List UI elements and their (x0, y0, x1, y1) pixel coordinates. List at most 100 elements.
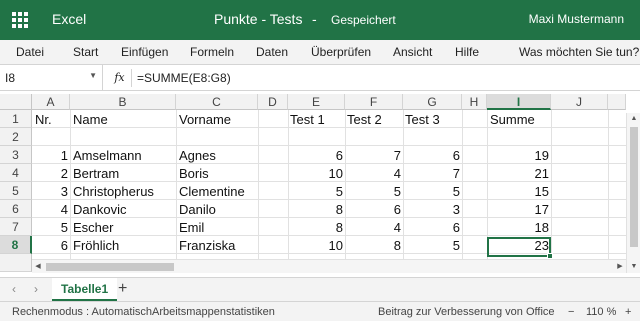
column-header-j[interactable]: J (551, 94, 608, 110)
feedback-link[interactable]: Beitrag zur Verbesserung von Office (378, 306, 555, 318)
workbook-stats[interactable]: Arbeitsmappenstatistiken (152, 306, 275, 318)
scroll-down-icon[interactable]: ▼ (627, 261, 640, 273)
zoom-out-button[interactable]: − (568, 306, 574, 318)
vertical-scrollbar[interactable]: ▲ ▼ (626, 113, 640, 273)
cell-test2[interactable]: 6 (345, 201, 401, 219)
cell-summe[interactable]: 15 (487, 183, 549, 201)
scroll-thumb[interactable] (46, 263, 174, 271)
cell-vorname[interactable]: Danilo (179, 201, 216, 219)
cell-name[interactable]: Amselmann (73, 147, 142, 165)
column-header-e[interactable]: E (288, 94, 345, 110)
column-header-d[interactable]: D (258, 94, 288, 110)
column-header-h[interactable]: H (462, 94, 487, 110)
row-header-6[interactable]: 6 (0, 200, 32, 218)
cell-test1[interactable]: 10 (288, 165, 343, 183)
menu-insert[interactable]: Einfügen (121, 45, 168, 59)
menu-file[interactable]: Datei (16, 45, 44, 59)
row-header-8[interactable]: 8 (0, 236, 32, 254)
column-header-i[interactable]: I (487, 94, 551, 110)
tab-tabelle1[interactable]: Tabelle1 (52, 278, 118, 302)
horizontal-scrollbar[interactable]: ◀ ▶ (32, 259, 626, 273)
header-cell-test3[interactable]: Test 3 (405, 111, 440, 129)
cell-test2[interactable]: 5 (345, 183, 401, 201)
user-name[interactable]: Maxi Mustermann (529, 12, 624, 26)
column-header-a[interactable]: A (32, 94, 70, 110)
chevron-down-icon[interactable]: ▼ (89, 71, 97, 80)
row-header-4[interactable]: 4 (0, 164, 32, 182)
formula-input[interactable]: =SUMME(E8:G8) (137, 71, 231, 85)
scroll-thumb[interactable] (630, 127, 638, 247)
column-header-g[interactable]: G (403, 94, 462, 110)
menu-data[interactable]: Daten (256, 45, 288, 59)
menu-formulas[interactable]: Formeln (190, 45, 234, 59)
cell-summe[interactable]: 17 (487, 201, 549, 219)
cell-test2[interactable]: 4 (345, 219, 401, 237)
menu-help[interactable]: Hilfe (455, 45, 479, 59)
zoom-in-button[interactable]: + (625, 306, 631, 318)
row-header-2[interactable]: 2 (0, 128, 32, 146)
cell-test3[interactable]: 3 (403, 201, 460, 219)
cell-summe[interactable]: 18 (487, 219, 549, 237)
row-header-1[interactable]: 1 (0, 110, 32, 128)
cell-nr[interactable]: 2 (32, 165, 68, 183)
menu-home[interactable]: Start (73, 45, 98, 59)
menu-review[interactable]: Überprüfen (311, 45, 371, 59)
row-header-5[interactable]: 5 (0, 182, 32, 200)
document-title[interactable]: Punkte - Tests (214, 11, 302, 27)
header-cell-test2[interactable]: Test 2 (347, 111, 382, 129)
insert-function-button[interactable]: fx (108, 69, 132, 87)
header-cell-summe[interactable]: Summe (490, 111, 535, 129)
zoom-level[interactable]: 110 % (586, 306, 616, 318)
cell-test1[interactable]: 8 (288, 219, 343, 237)
cell-test1[interactable]: 6 (288, 147, 343, 165)
cell-test1[interactable]: 8 (288, 201, 343, 219)
column-header-k[interactable] (608, 94, 626, 110)
menu-view[interactable]: Ansicht (393, 45, 432, 59)
select-all-corner[interactable] (0, 94, 32, 110)
cell-test2[interactable]: 4 (345, 165, 401, 183)
cell-nr[interactable]: 3 (32, 183, 68, 201)
cell-vorname[interactable]: Franziska (179, 237, 235, 255)
cell-nr[interactable]: 4 (32, 201, 68, 219)
cell-test3[interactable]: 5 (403, 183, 460, 201)
active-cell-selection[interactable] (487, 237, 551, 257)
add-sheet-button[interactable]: + (118, 280, 127, 298)
header-cell-name[interactable]: Name (73, 111, 108, 129)
cell-summe[interactable]: 21 (487, 165, 549, 183)
cell-name[interactable]: Escher (73, 219, 113, 237)
cell-vorname[interactable]: Agnes (179, 147, 216, 165)
cell-nr[interactable]: 5 (32, 219, 68, 237)
cell-test3[interactable]: 5 (403, 237, 460, 255)
scroll-up-icon[interactable]: ▲ (627, 113, 640, 125)
cell-vorname[interactable]: Emil (179, 219, 204, 237)
header-cell-nr[interactable]: Nr. (35, 111, 52, 129)
app-launcher-button[interactable] (0, 0, 40, 40)
row-header-3[interactable]: 3 (0, 146, 32, 164)
cell-test2[interactable]: 8 (345, 237, 401, 255)
header-cell-vorname[interactable]: Vorname (179, 111, 231, 129)
cell-name[interactable]: Christopherus (73, 183, 154, 201)
column-header-c[interactable]: C (176, 94, 258, 110)
name-box[interactable]: I8 ▼ (0, 65, 103, 90)
cell-name[interactable]: Bertram (73, 165, 119, 183)
cell-test3[interactable]: 6 (403, 147, 460, 165)
cell-test3[interactable]: 6 (403, 219, 460, 237)
app-name[interactable]: Excel (52, 11, 86, 27)
cell-test1[interactable]: 10 (288, 237, 343, 255)
row-header-9[interactable] (0, 254, 32, 272)
scroll-right-icon[interactable]: ▶ (614, 260, 626, 274)
prev-sheet-icon[interactable]: ‹ (12, 282, 16, 296)
cell-test2[interactable]: 7 (345, 147, 401, 165)
cell-nr[interactable]: 6 (32, 237, 68, 255)
cell-name[interactable]: Dankovic (73, 201, 126, 219)
cell-test1[interactable]: 5 (288, 183, 343, 201)
cell-name[interactable]: Fröhlich (73, 237, 119, 255)
cell-summe[interactable]: 19 (487, 147, 549, 165)
column-header-b[interactable]: B (70, 94, 176, 110)
cell-test3[interactable]: 7 (403, 165, 460, 183)
tell-me-search[interactable]: Was möchten Sie tun? (519, 45, 639, 59)
next-sheet-icon[interactable]: › (34, 282, 38, 296)
header-cell-test1[interactable]: Test 1 (290, 111, 325, 129)
column-header-f[interactable]: F (345, 94, 403, 110)
cell-nr[interactable]: 1 (32, 147, 68, 165)
